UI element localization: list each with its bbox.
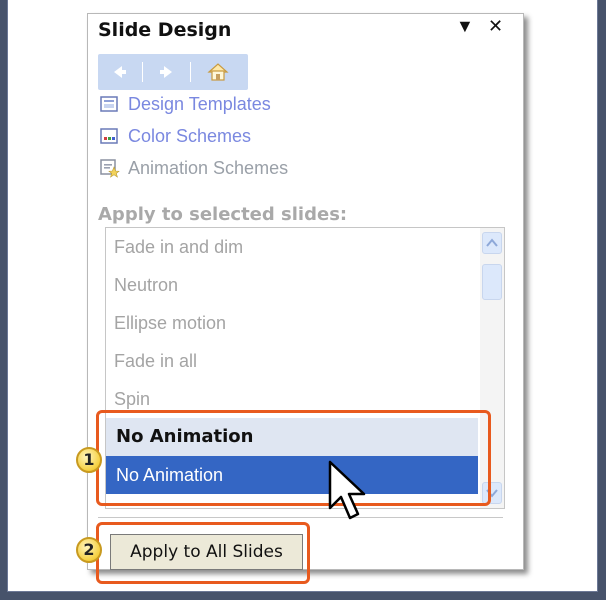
back-arrow-icon[interactable] — [102, 54, 138, 90]
design-templates-icon — [98, 93, 120, 115]
list-item[interactable]: Fade in and dim — [114, 228, 243, 266]
design-templates-label: Design Templates — [128, 93, 271, 114]
step-2-callout: 2 — [76, 537, 102, 563]
apply-to-selected-label: Apply to selected slides: — [98, 204, 348, 225]
color-schemes-link[interactable]: Color Schemes — [98, 120, 251, 152]
home-icon[interactable] — [196, 54, 240, 90]
list-item[interactable]: Ellipse motion — [114, 304, 226, 342]
scroll-thumb[interactable] — [482, 264, 502, 300]
list-item[interactable]: Neutron — [114, 266, 178, 304]
mouse-cursor-icon — [326, 460, 374, 529]
close-icon[interactable]: ✕ — [488, 16, 503, 37]
list-item[interactable]: Fade in all — [114, 342, 197, 380]
scroll-up-icon[interactable] — [482, 232, 502, 254]
pane-title: Slide Design — [98, 19, 232, 41]
divider — [98, 517, 503, 518]
animation-schemes-icon — [98, 157, 120, 179]
step-1-callout: 1 — [76, 447, 102, 473]
animation-schemes-label: Animation Schemes — [128, 157, 289, 178]
apply-to-all-slides-button[interactable]: Apply to All Slides — [110, 534, 303, 570]
color-schemes-label: Color Schemes — [128, 125, 252, 146]
color-schemes-icon — [98, 125, 120, 147]
forward-arrow-icon[interactable] — [148, 54, 184, 90]
navigation-bar — [98, 54, 248, 90]
animation-schemes-link[interactable]: Animation Schemes — [98, 152, 288, 184]
pane-dropdown-icon[interactable]: ▼ — [456, 16, 474, 37]
design-templates-link[interactable]: Design Templates — [98, 88, 271, 120]
highlight-box-list — [96, 410, 491, 506]
